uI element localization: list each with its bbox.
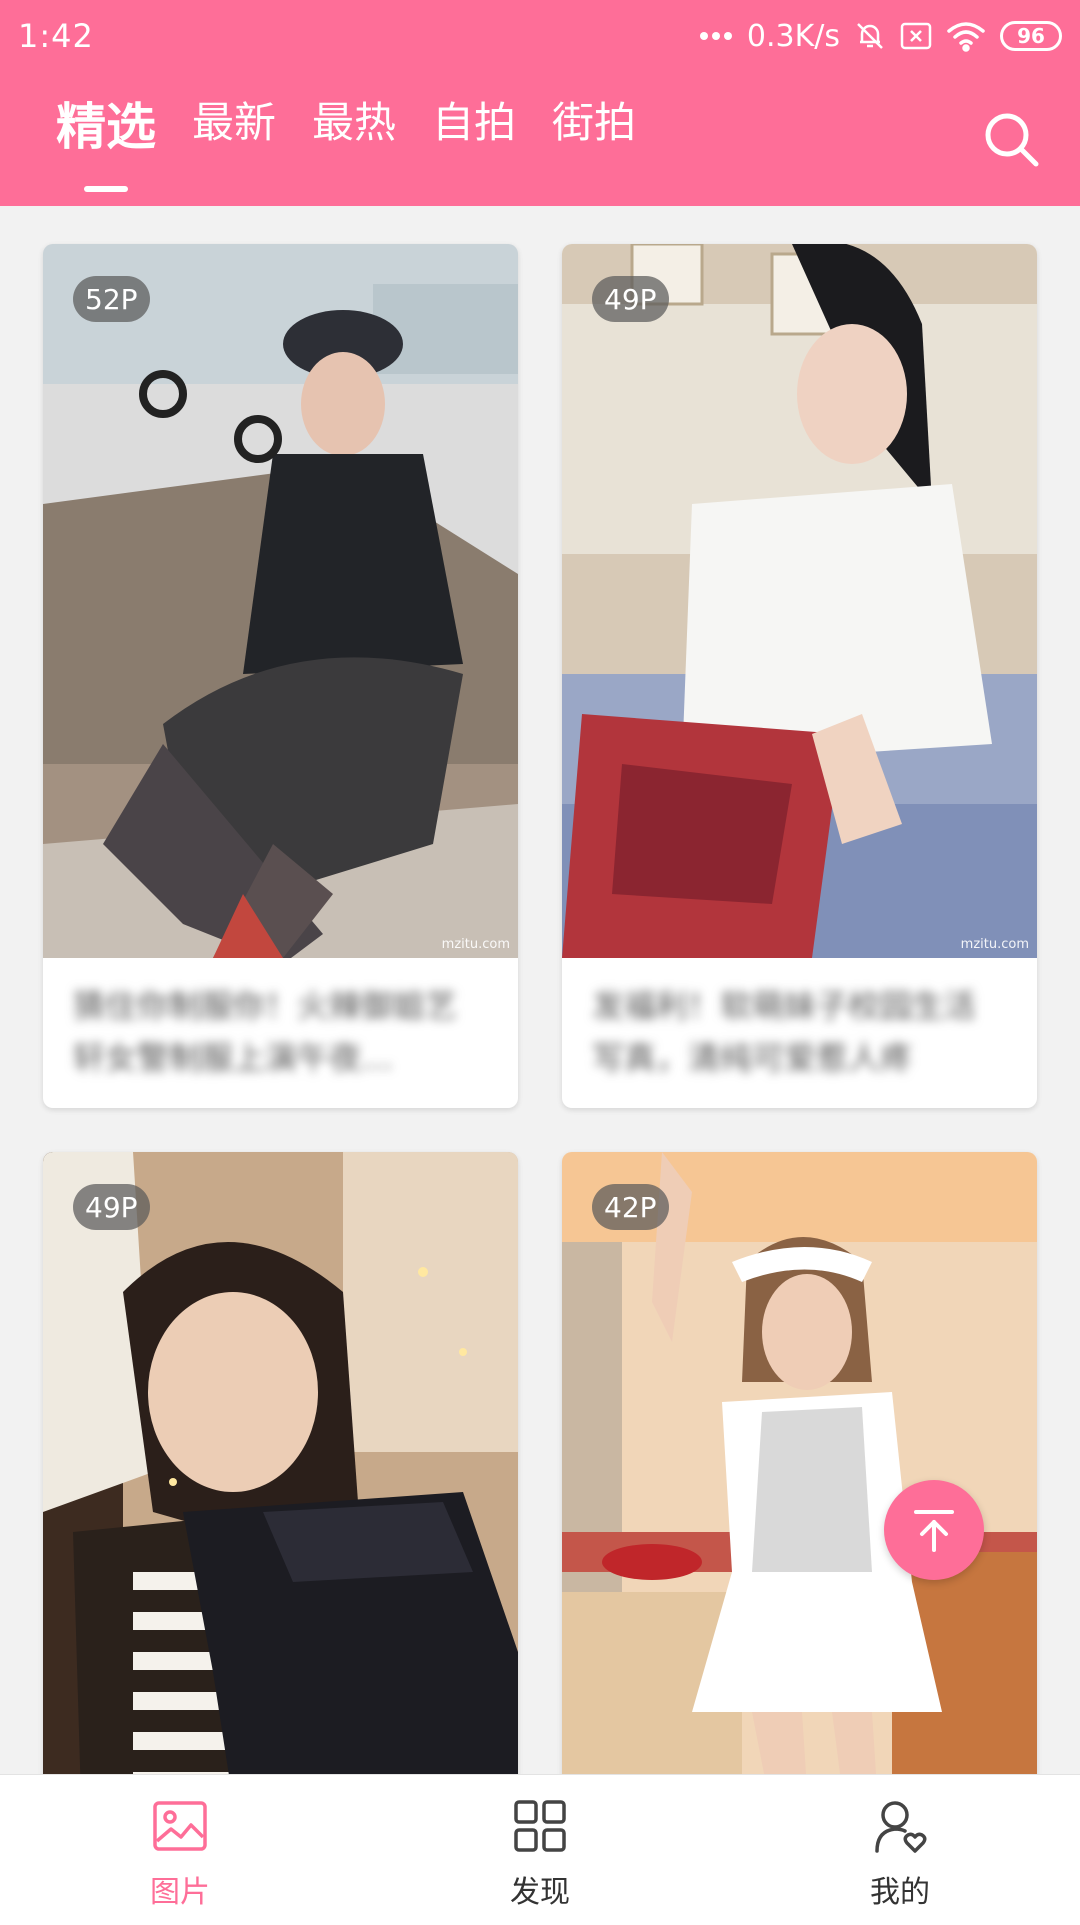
tab-latest[interactable]: 最新 [192, 98, 277, 147]
bottom-navigation: 图片 发现 我的 [0, 1774, 1080, 1925]
album-cover-image [43, 1152, 518, 1774]
nav-item-discover[interactable]: 发现 [360, 1775, 720, 1925]
top-header: 1:42 0.3K/s 96 精选 最新 最热 自拍 街拍 [0, 0, 1080, 206]
photo-count-badge: 49P [73, 1184, 150, 1230]
tab-street[interactable]: 街拍 [552, 98, 637, 147]
battery-icon: 96 [1000, 21, 1062, 51]
tab-label: 精选 [56, 98, 156, 156]
tab-label: 最新 [192, 98, 277, 147]
album-thumbnail[interactable]: 42P [562, 1152, 1037, 1774]
nav-label: 发现 [510, 1875, 570, 1910]
sim-x-icon [900, 22, 932, 50]
tab-label: 街拍 [552, 98, 637, 147]
album-card[interactable]: 42P [562, 1152, 1037, 1774]
grid-icon [514, 1800, 566, 1852]
tab-label: 自拍 [432, 98, 517, 147]
tab-label: 最热 [312, 98, 397, 147]
active-tab-indicator [84, 186, 128, 192]
tab-featured[interactable]: 精选 [56, 98, 156, 192]
more-dots-icon [699, 32, 732, 40]
album-title[interactable]: 猜住你制服你！火辣御姐艺轩女警制服上演午夜… [43, 958, 518, 1108]
app-root: 1:42 0.3K/s 96 精选 最新 最热 自拍 街拍 52P mzitu.… [0, 0, 1080, 1925]
album-card[interactable]: 49P [43, 1152, 518, 1774]
nav-item-profile[interactable]: 我的 [720, 1775, 1080, 1925]
status-time: 1:42 [18, 17, 94, 55]
user-heart-icon [875, 1801, 927, 1853]
photo-count-badge: 42P [592, 1184, 669, 1230]
category-tabs: 精选 最新 最热 自拍 街拍 [56, 98, 637, 192]
status-icons: 0.3K/s 96 [699, 19, 1062, 54]
nav-label: 图片 [150, 1875, 210, 1910]
image-icon [153, 1801, 207, 1851]
battery-level: 96 [1017, 24, 1045, 48]
status-bar: 1:42 0.3K/s 96 [0, 0, 1080, 72]
album-cover-image [43, 244, 518, 958]
album-cover-image [562, 1152, 1037, 1774]
album-thumbnail[interactable]: 49P [43, 1152, 518, 1774]
arrow-up-to-top-icon [914, 1510, 954, 1552]
mute-bell-icon [857, 23, 883, 49]
nav-item-pictures[interactable]: 图片 [0, 1775, 360, 1925]
album-thumbnail[interactable]: 52P mzitu.com [43, 244, 518, 958]
photo-count-badge: 52P [73, 276, 150, 322]
tab-selfie[interactable]: 自拍 [432, 98, 517, 147]
album-cover-image [562, 244, 1037, 958]
search-button[interactable] [982, 110, 1042, 170]
image-watermark: mzitu.com [441, 937, 510, 952]
photo-count-badge: 49P [592, 276, 669, 322]
album-card[interactable]: 49P mzitu.com 发福利！软萌妹子校园生活写真，清纯可爱惹人疼 [562, 244, 1037, 1108]
album-title[interactable]: 发福利！软萌妹子校园生活写真，清纯可爱惹人疼 [562, 958, 1037, 1108]
nav-label: 我的 [870, 1875, 930, 1910]
album-thumbnail[interactable]: 49P mzitu.com [562, 244, 1037, 958]
network-speed: 0.3K/s [746, 18, 840, 54]
album-card[interactable]: 52P mzitu.com 猜住你制服你！火辣御姐艺轩女警制服上演午夜… [43, 244, 518, 1108]
scroll-to-top-button[interactable] [884, 1480, 984, 1580]
wifi-icon [947, 22, 985, 52]
tab-hottest[interactable]: 最热 [312, 98, 397, 147]
search-icon [985, 113, 1039, 167]
image-watermark: mzitu.com [960, 937, 1029, 952]
